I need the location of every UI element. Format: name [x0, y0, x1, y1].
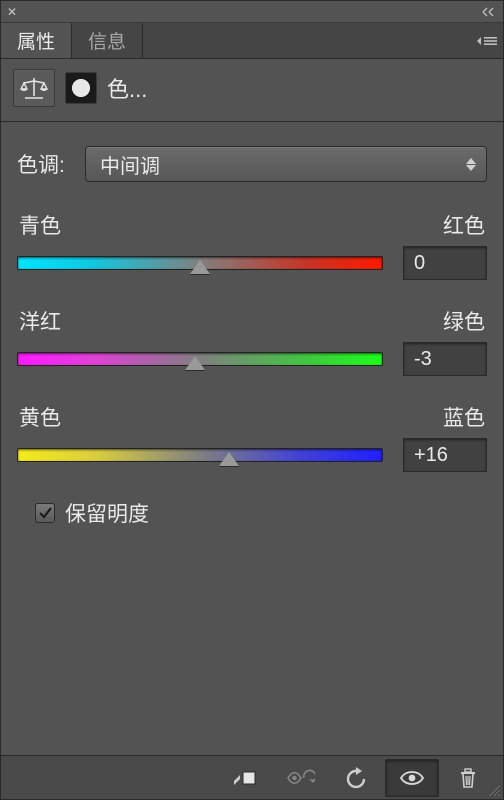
tab-label: 属性 — [17, 27, 55, 54]
adjustment-header: 色... — [1, 59, 503, 122]
slider-right-label: 绿色 — [443, 306, 485, 336]
tone-row: 色调: 中间调 — [17, 146, 487, 182]
reset-icon — [344, 767, 368, 789]
trash-icon — [458, 767, 478, 789]
tab-info[interactable]: 信息 — [72, 23, 143, 58]
slider-right-label: 红色 — [443, 210, 485, 240]
balance-scale-icon — [19, 76, 49, 100]
adjustment-title: 色... — [107, 72, 147, 104]
panel-menu-button[interactable] — [477, 35, 497, 47]
chevron-updown-icon — [466, 158, 476, 171]
clip-to-layer-button[interactable] — [217, 759, 271, 797]
slider-cyan-red: 青色 红色 0 — [17, 210, 487, 280]
toggle-visibility-button[interactable] — [385, 759, 439, 797]
resize-grip[interactable] — [487, 783, 501, 797]
panel-titlebar: ✕ — [1, 1, 503, 23]
slider-track-yellow-blue[interactable] — [17, 442, 383, 468]
properties-panel: ✕ 属性 信息 — [0, 0, 504, 800]
slider-value-yellow-blue[interactable]: +16 — [403, 438, 487, 472]
tab-properties[interactable]: 属性 — [1, 23, 72, 58]
preserve-luminosity-label: 保留明度 — [65, 498, 149, 528]
collapse-icon[interactable] — [479, 6, 497, 18]
adjustment-type-button[interactable] — [13, 69, 55, 107]
panel-footer — [1, 755, 503, 799]
layer-mask-thumbnail[interactable] — [65, 72, 97, 104]
clip-icon — [231, 767, 257, 789]
slider-left-label: 青色 — [19, 210, 61, 240]
slider-yellow-blue: 黄色 蓝色 +16 — [17, 402, 487, 472]
slider-track-magenta-green[interactable] — [17, 346, 383, 372]
tab-bar: 属性 信息 — [1, 23, 503, 59]
reset-button[interactable] — [329, 759, 383, 797]
tone-select-value: 中间调 — [100, 150, 160, 179]
slider-right-label: 蓝色 — [443, 402, 485, 432]
tone-label: 色调: — [17, 149, 71, 179]
checkmark-icon — [38, 506, 52, 520]
slider-left-label: 黄色 — [19, 402, 61, 432]
eye-icon — [399, 769, 425, 787]
slider-value-cyan-red[interactable]: 0 — [403, 246, 487, 280]
tone-select[interactable]: 中间调 — [85, 146, 487, 182]
slider-thumb[interactable] — [185, 356, 205, 370]
slider-thumb[interactable] — [190, 260, 210, 274]
slider-thumb[interactable] — [219, 452, 239, 466]
tab-label: 信息 — [88, 27, 126, 54]
close-icon[interactable]: ✕ — [7, 5, 17, 19]
preserve-luminosity-row: 保留明度 — [35, 498, 487, 528]
eye-back-icon — [285, 769, 315, 787]
slider-value-magenta-green[interactable]: -3 — [403, 342, 487, 376]
view-previous-button[interactable] — [273, 759, 327, 797]
panel-body: 色调: 中间调 青色 红色 0 — [1, 122, 503, 540]
slider-magenta-green: 洋红 绿色 -3 — [17, 306, 487, 376]
slider-track-cyan-red[interactable] — [17, 250, 383, 276]
slider-left-label: 洋红 — [19, 306, 61, 336]
preserve-luminosity-checkbox[interactable] — [35, 503, 55, 523]
